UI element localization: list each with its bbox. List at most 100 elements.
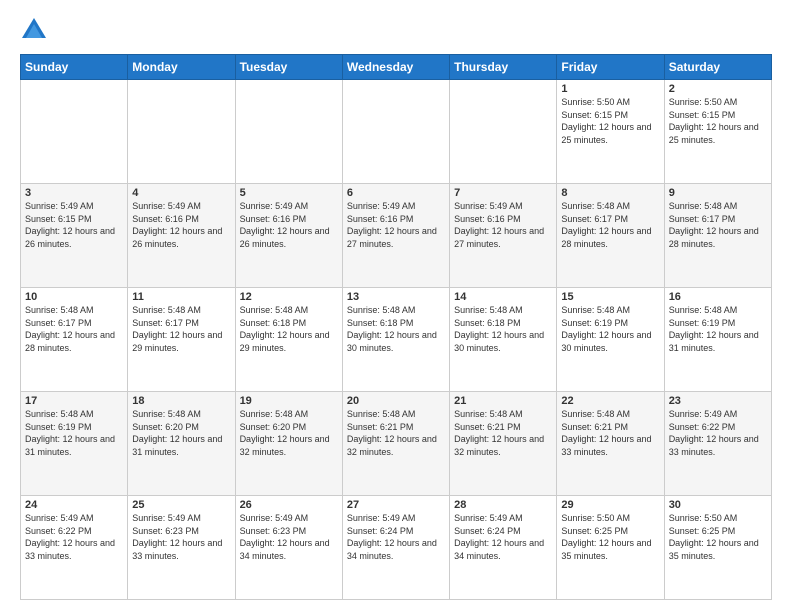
calendar-cell: 27Sunrise: 5:49 AMSunset: 6:24 PMDayligh… <box>342 496 449 600</box>
day-number: 16 <box>669 291 767 303</box>
day-number: 2 <box>669 83 767 95</box>
calendar-cell: 17Sunrise: 5:48 AMSunset: 6:19 PMDayligh… <box>21 392 128 496</box>
day-number: 7 <box>454 187 552 199</box>
day-number: 12 <box>240 291 338 303</box>
day-info: Sunrise: 5:48 AMSunset: 6:18 PMDaylight:… <box>454 304 552 354</box>
calendar-week-row: 24Sunrise: 5:49 AMSunset: 6:22 PMDayligh… <box>21 496 772 600</box>
day-number: 5 <box>240 187 338 199</box>
day-info: Sunrise: 5:48 AMSunset: 6:17 PMDaylight:… <box>669 200 767 250</box>
calendar-cell: 14Sunrise: 5:48 AMSunset: 6:18 PMDayligh… <box>450 288 557 392</box>
day-info: Sunrise: 5:48 AMSunset: 6:20 PMDaylight:… <box>240 408 338 458</box>
day-info: Sunrise: 5:48 AMSunset: 6:18 PMDaylight:… <box>347 304 445 354</box>
calendar-cell: 29Sunrise: 5:50 AMSunset: 6:25 PMDayligh… <box>557 496 664 600</box>
calendar-cell: 21Sunrise: 5:48 AMSunset: 6:21 PMDayligh… <box>450 392 557 496</box>
header <box>20 16 772 44</box>
calendar-cell: 20Sunrise: 5:48 AMSunset: 6:21 PMDayligh… <box>342 392 449 496</box>
calendar-cell: 7Sunrise: 5:49 AMSunset: 6:16 PMDaylight… <box>450 184 557 288</box>
day-info: Sunrise: 5:50 AMSunset: 6:15 PMDaylight:… <box>561 96 659 146</box>
day-info: Sunrise: 5:48 AMSunset: 6:21 PMDaylight:… <box>347 408 445 458</box>
day-number: 15 <box>561 291 659 303</box>
calendar-cell: 1Sunrise: 5:50 AMSunset: 6:15 PMDaylight… <box>557 80 664 184</box>
calendar-cell: 22Sunrise: 5:48 AMSunset: 6:21 PMDayligh… <box>557 392 664 496</box>
day-number: 6 <box>347 187 445 199</box>
day-number: 3 <box>25 187 123 199</box>
day-info: Sunrise: 5:49 AMSunset: 6:16 PMDaylight:… <box>132 200 230 250</box>
calendar-cell: 12Sunrise: 5:48 AMSunset: 6:18 PMDayligh… <box>235 288 342 392</box>
calendar-cell: 30Sunrise: 5:50 AMSunset: 6:25 PMDayligh… <box>664 496 771 600</box>
day-number: 14 <box>454 291 552 303</box>
calendar-cell: 8Sunrise: 5:48 AMSunset: 6:17 PMDaylight… <box>557 184 664 288</box>
day-number: 9 <box>669 187 767 199</box>
day-info: Sunrise: 5:48 AMSunset: 6:21 PMDaylight:… <box>454 408 552 458</box>
calendar-week-row: 1Sunrise: 5:50 AMSunset: 6:15 PMDaylight… <box>21 80 772 184</box>
weekday-header: Thursday <box>450 55 557 80</box>
calendar-cell <box>342 80 449 184</box>
weekday-header: Saturday <box>664 55 771 80</box>
day-number: 20 <box>347 395 445 407</box>
day-number: 25 <box>132 499 230 511</box>
calendar-cell: 11Sunrise: 5:48 AMSunset: 6:17 PMDayligh… <box>128 288 235 392</box>
calendar-cell <box>21 80 128 184</box>
weekday-header: Sunday <box>21 55 128 80</box>
calendar-cell: 23Sunrise: 5:49 AMSunset: 6:22 PMDayligh… <box>664 392 771 496</box>
day-number: 13 <box>347 291 445 303</box>
calendar-cell <box>128 80 235 184</box>
day-number: 28 <box>454 499 552 511</box>
day-info: Sunrise: 5:48 AMSunset: 6:19 PMDaylight:… <box>25 408 123 458</box>
day-number: 17 <box>25 395 123 407</box>
day-info: Sunrise: 5:48 AMSunset: 6:20 PMDaylight:… <box>132 408 230 458</box>
day-number: 11 <box>132 291 230 303</box>
page: SundayMondayTuesdayWednesdayThursdayFrid… <box>0 0 792 612</box>
day-number: 18 <box>132 395 230 407</box>
day-info: Sunrise: 5:50 AMSunset: 6:25 PMDaylight:… <box>669 512 767 562</box>
day-info: Sunrise: 5:48 AMSunset: 6:17 PMDaylight:… <box>25 304 123 354</box>
calendar-cell: 10Sunrise: 5:48 AMSunset: 6:17 PMDayligh… <box>21 288 128 392</box>
calendar-cell: 15Sunrise: 5:48 AMSunset: 6:19 PMDayligh… <box>557 288 664 392</box>
calendar-cell: 4Sunrise: 5:49 AMSunset: 6:16 PMDaylight… <box>128 184 235 288</box>
calendar-week-row: 17Sunrise: 5:48 AMSunset: 6:19 PMDayligh… <box>21 392 772 496</box>
day-number: 4 <box>132 187 230 199</box>
day-info: Sunrise: 5:48 AMSunset: 6:19 PMDaylight:… <box>669 304 767 354</box>
calendar-cell: 9Sunrise: 5:48 AMSunset: 6:17 PMDaylight… <box>664 184 771 288</box>
day-info: Sunrise: 5:48 AMSunset: 6:18 PMDaylight:… <box>240 304 338 354</box>
day-info: Sunrise: 5:49 AMSunset: 6:23 PMDaylight:… <box>240 512 338 562</box>
day-info: Sunrise: 5:49 AMSunset: 6:24 PMDaylight:… <box>454 512 552 562</box>
day-info: Sunrise: 5:49 AMSunset: 6:22 PMDaylight:… <box>669 408 767 458</box>
calendar-cell: 13Sunrise: 5:48 AMSunset: 6:18 PMDayligh… <box>342 288 449 392</box>
day-number: 23 <box>669 395 767 407</box>
calendar-cell: 26Sunrise: 5:49 AMSunset: 6:23 PMDayligh… <box>235 496 342 600</box>
day-number: 30 <box>669 499 767 511</box>
day-info: Sunrise: 5:48 AMSunset: 6:17 PMDaylight:… <box>132 304 230 354</box>
day-info: Sunrise: 5:48 AMSunset: 6:17 PMDaylight:… <box>561 200 659 250</box>
day-info: Sunrise: 5:49 AMSunset: 6:15 PMDaylight:… <box>25 200 123 250</box>
calendar-cell: 3Sunrise: 5:49 AMSunset: 6:15 PMDaylight… <box>21 184 128 288</box>
day-info: Sunrise: 5:48 AMSunset: 6:21 PMDaylight:… <box>561 408 659 458</box>
day-info: Sunrise: 5:48 AMSunset: 6:19 PMDaylight:… <box>561 304 659 354</box>
calendar-week-row: 3Sunrise: 5:49 AMSunset: 6:15 PMDaylight… <box>21 184 772 288</box>
day-number: 26 <box>240 499 338 511</box>
day-number: 22 <box>561 395 659 407</box>
weekday-header: Friday <box>557 55 664 80</box>
calendar-cell: 2Sunrise: 5:50 AMSunset: 6:15 PMDaylight… <box>664 80 771 184</box>
calendar-cell: 6Sunrise: 5:49 AMSunset: 6:16 PMDaylight… <box>342 184 449 288</box>
day-number: 1 <box>561 83 659 95</box>
calendar-header-row: SundayMondayTuesdayWednesdayThursdayFrid… <box>21 55 772 80</box>
calendar-cell: 28Sunrise: 5:49 AMSunset: 6:24 PMDayligh… <box>450 496 557 600</box>
calendar-cell: 16Sunrise: 5:48 AMSunset: 6:19 PMDayligh… <box>664 288 771 392</box>
day-info: Sunrise: 5:49 AMSunset: 6:22 PMDaylight:… <box>25 512 123 562</box>
day-info: Sunrise: 5:49 AMSunset: 6:23 PMDaylight:… <box>132 512 230 562</box>
calendar-week-row: 10Sunrise: 5:48 AMSunset: 6:17 PMDayligh… <box>21 288 772 392</box>
weekday-header: Wednesday <box>342 55 449 80</box>
calendar-table: SundayMondayTuesdayWednesdayThursdayFrid… <box>20 54 772 600</box>
day-number: 10 <box>25 291 123 303</box>
calendar-cell: 18Sunrise: 5:48 AMSunset: 6:20 PMDayligh… <box>128 392 235 496</box>
logo-icon <box>20 16 48 44</box>
calendar-cell: 25Sunrise: 5:49 AMSunset: 6:23 PMDayligh… <box>128 496 235 600</box>
day-info: Sunrise: 5:50 AMSunset: 6:25 PMDaylight:… <box>561 512 659 562</box>
day-number: 24 <box>25 499 123 511</box>
day-info: Sunrise: 5:49 AMSunset: 6:16 PMDaylight:… <box>454 200 552 250</box>
calendar-cell <box>450 80 557 184</box>
day-info: Sunrise: 5:49 AMSunset: 6:16 PMDaylight:… <box>240 200 338 250</box>
weekday-header: Tuesday <box>235 55 342 80</box>
calendar-cell <box>235 80 342 184</box>
